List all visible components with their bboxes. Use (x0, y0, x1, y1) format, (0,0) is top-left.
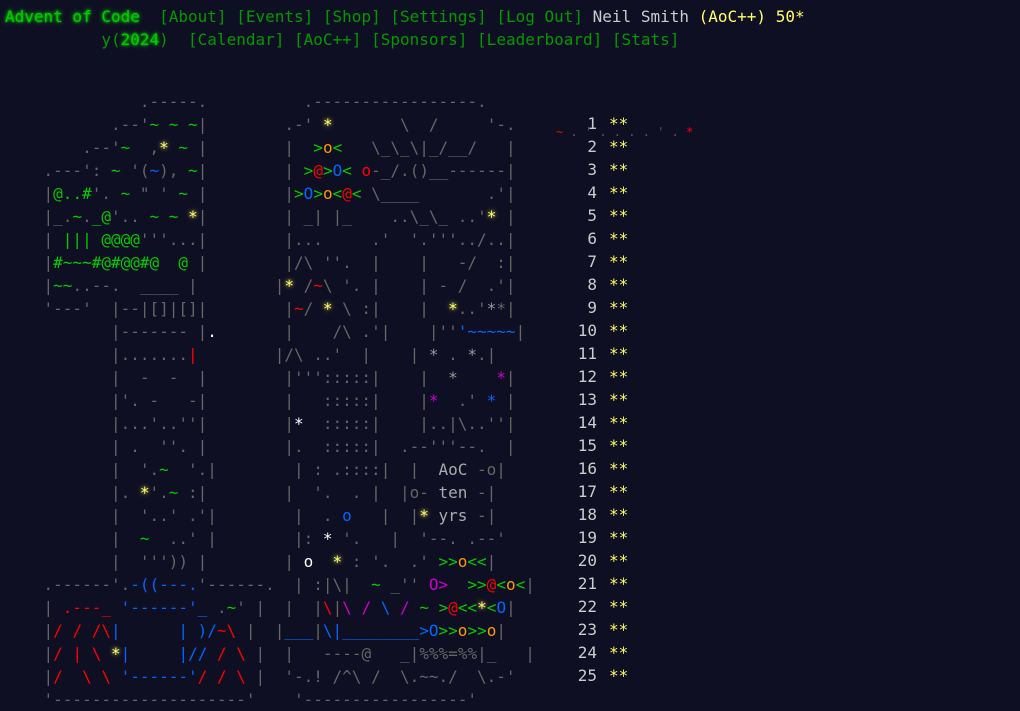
day-stars: ** (609, 505, 629, 524)
calendar-day-24[interactable]: 24 ** (563, 641, 629, 664)
nav-calendar[interactable]: [Calendar] (188, 30, 284, 49)
day-stars: ** (609, 367, 629, 386)
day-number: 8 (587, 275, 597, 294)
day-stars: ** (609, 183, 629, 202)
day-stars: ** (609, 597, 629, 616)
calendar-day-18[interactable]: 18 ** (563, 503, 629, 526)
year-prefix: y( (101, 30, 121, 49)
day-number: 21 (577, 574, 597, 593)
day-number: 13 (577, 390, 597, 409)
nav-logout[interactable]: [Log Out] (496, 7, 583, 26)
day-stars: ** (609, 229, 629, 248)
day-list: 1 ** 2 ** 3 ** 4 ** 5 ** 6 ** 7 ** 8 ** 9 ** 10 ** 11 ** 12 ** 1… (563, 112, 629, 687)
day-number: 6 (587, 229, 597, 248)
day-stars: ** (609, 643, 629, 662)
day-number: 9 (587, 298, 597, 317)
day-stars: ** (609, 551, 629, 570)
user-name: Neil Smith (592, 7, 689, 26)
day-stars: ** (609, 252, 629, 271)
calendar-day-21[interactable]: 21 ** (563, 572, 629, 595)
day-stars: ** (609, 666, 629, 685)
nav-aocplusplus[interactable]: [AoC++] (294, 30, 361, 49)
calendar-day-5[interactable]: 5 ** (563, 204, 628, 227)
day-stars: ** (609, 114, 629, 133)
calendar-day-1[interactable]: 1 ** (563, 112, 628, 135)
header-row-2: y(2024) [Calendar] [AoC++] [Sponsors] [L… (5, 28, 679, 51)
year-link[interactable]: 2024 (121, 30, 160, 49)
calendar-day-9[interactable]: 9 ** (563, 296, 628, 319)
calendar-day-6[interactable]: 6 ** (563, 227, 628, 250)
day-stars: ** (609, 275, 629, 294)
day-stars: ** (609, 298, 629, 317)
day-stars: ** (609, 620, 629, 639)
day-number: 16 (577, 459, 597, 478)
day-stars: ** (609, 413, 629, 432)
day-number: 22 (577, 597, 597, 616)
day-stars: ** (609, 574, 629, 593)
calendar-day-25[interactable]: 25 ** (563, 664, 629, 687)
day-number: 24 (577, 643, 597, 662)
header-row-1: Advent of Code [About] [Events] [Shop] [… (5, 5, 805, 28)
calendar-day-4[interactable]: 4 ** (563, 181, 628, 204)
supporter-badge[interactable]: (AoC++) (699, 7, 766, 26)
day-number: 7 (587, 252, 597, 271)
day-number: 11 (577, 344, 597, 363)
calendar-day-20[interactable]: 20 ** (563, 549, 629, 572)
calendar-day-22[interactable]: 22 ** (563, 595, 629, 618)
day-number: 20 (577, 551, 597, 570)
day-stars: ** (609, 528, 629, 547)
day-stars: ** (609, 206, 629, 225)
nav-stats[interactable]: [Stats] (612, 30, 679, 49)
day-number: 2 (587, 137, 597, 156)
nav-sponsors[interactable]: [Sponsors] (371, 30, 467, 49)
calendar-day-11[interactable]: 11 ** (563, 342, 629, 365)
nav-leaderboard[interactable]: [Leaderboard] (477, 30, 602, 49)
star-count: 50* (775, 7, 805, 26)
site-title-link[interactable]: Advent of Code (5, 7, 140, 26)
calendar-day-13[interactable]: 13 ** (563, 388, 629, 411)
day-number: 25 (577, 666, 597, 685)
calendar-day-3[interactable]: 3 ** (563, 158, 628, 181)
calendar-day-8[interactable]: 8 ** (563, 273, 628, 296)
day-number: 18 (577, 505, 597, 524)
day-stars: ** (609, 160, 629, 179)
day-number: 5 (587, 206, 597, 225)
calendar-day-17[interactable]: 17 ** (563, 480, 629, 503)
day-number: 3 (587, 160, 597, 179)
calendar-day-19[interactable]: 19 ** (563, 526, 629, 549)
day-stars: ** (609, 137, 629, 156)
year-suffix: ) (159, 30, 169, 49)
calendar-ascii-art: .-----. .-----------------. .--'~ ~ ~| .… (43, 92, 535, 709)
day-stars: ** (609, 459, 629, 478)
calendar-day-10[interactable]: 10 ** (563, 319, 629, 342)
calendar-day-14[interactable]: 14 ** (563, 411, 629, 434)
day-number: 10 (577, 321, 597, 340)
calendar-day-7[interactable]: 7 ** (563, 250, 628, 273)
day-stars: ** (609, 344, 629, 363)
calendar-day-2[interactable]: 2 ** (563, 135, 628, 158)
calendar-day-16[interactable]: 16 ** (563, 457, 629, 480)
day-stars: ** (609, 321, 629, 340)
nav-settings[interactable]: [Settings] (390, 7, 486, 26)
day-stars: ** (609, 482, 629, 501)
day-number: 14 (577, 413, 597, 432)
calendar-day-23[interactable]: 23 ** (563, 618, 629, 641)
day-number: 15 (577, 436, 597, 455)
day-number: 19 (577, 528, 597, 547)
calendar-day-12[interactable]: 12 ** (563, 365, 629, 388)
day-number: 23 (577, 620, 597, 639)
day-number: 17 (577, 482, 597, 501)
day-number: 12 (577, 367, 597, 386)
day-stars: ** (609, 390, 629, 409)
nav-about[interactable]: [About] (159, 7, 226, 26)
nav-shop[interactable]: [Shop] (323, 7, 381, 26)
day-number: 1 (587, 114, 597, 133)
day-number: 4 (587, 183, 597, 202)
calendar-day-15[interactable]: 15 ** (563, 434, 629, 457)
nav-events[interactable]: [Events] (236, 7, 313, 26)
day-stars: ** (609, 436, 629, 455)
